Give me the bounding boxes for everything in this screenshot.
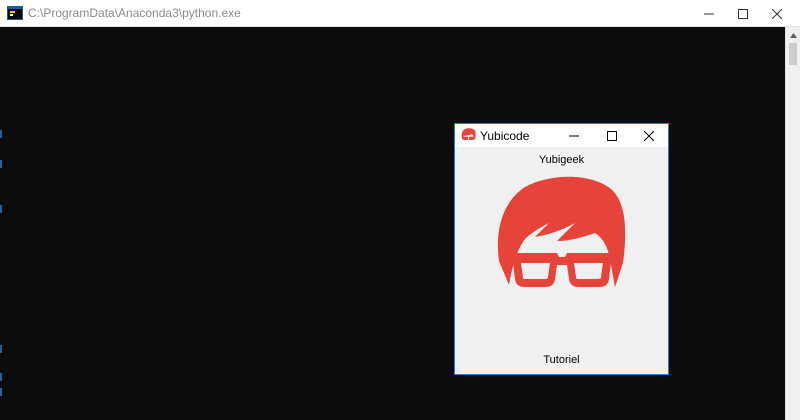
scrollbar-thumb[interactable] xyxy=(789,43,797,65)
minimize-icon xyxy=(704,13,714,14)
maximize-icon xyxy=(738,8,748,19)
vertical-scrollbar[interactable] xyxy=(785,27,800,420)
label-yubigeek: Yubigeek xyxy=(538,154,585,166)
geek-avatar-image xyxy=(497,176,626,287)
close-icon xyxy=(772,8,782,19)
console-window: C:\ProgramData\Anaconda3\python.exe xyxy=(0,0,800,420)
label-tutoriel: Tutoriel xyxy=(543,354,580,366)
chevron-up-icon xyxy=(789,32,797,38)
tk-close-button[interactable] xyxy=(630,124,668,147)
maximize-icon xyxy=(607,130,617,141)
geek-avatar-icon xyxy=(461,128,476,141)
tk-maximize-button[interactable] xyxy=(593,124,631,147)
python-console-icon xyxy=(7,6,23,20)
tk-window-title: Yubicode xyxy=(480,129,530,143)
close-icon xyxy=(644,130,654,141)
tk-window: Yubicode Yubigeek Tutoriel xyxy=(454,123,669,375)
tk-titlebar[interactable]: Yubicode xyxy=(455,124,668,147)
tk-minimize-button[interactable] xyxy=(555,124,593,147)
close-button[interactable] xyxy=(754,0,800,27)
console-titlebar[interactable]: C:\ProgramData\Anaconda3\python.exe xyxy=(0,0,800,27)
scroll-up-button[interactable] xyxy=(786,27,800,43)
minimize-icon xyxy=(569,135,579,136)
console-title: C:\ProgramData\Anaconda3\python.exe xyxy=(28,6,241,20)
